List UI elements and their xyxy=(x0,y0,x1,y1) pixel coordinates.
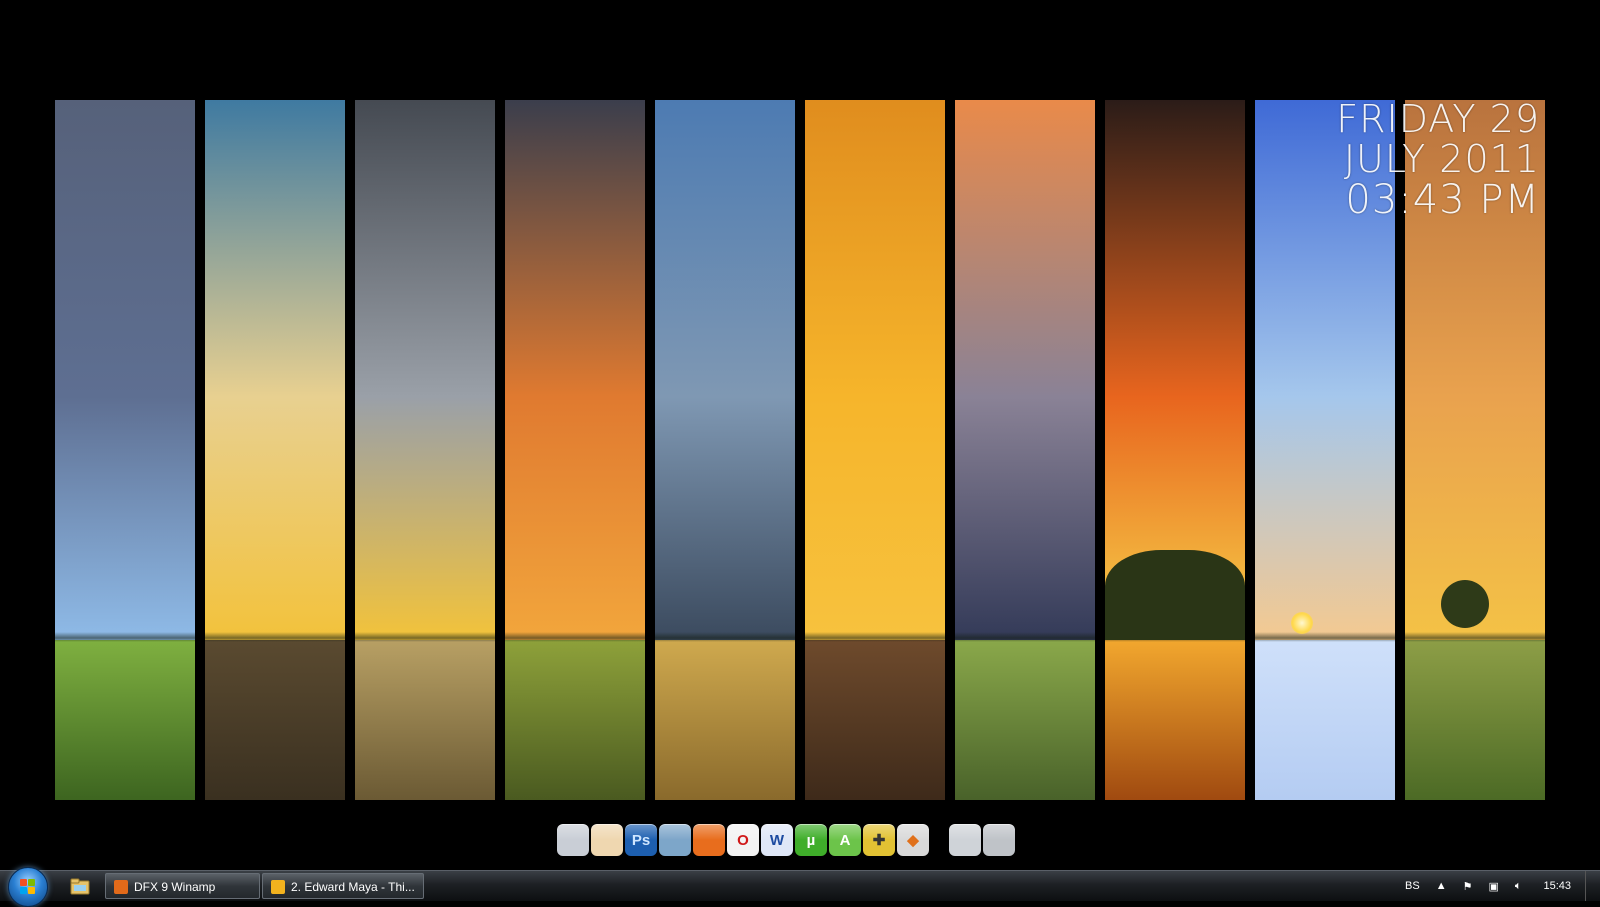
action-center-flag-icon[interactable]: ⚑ xyxy=(1463,880,1473,893)
taskbar: DFX 9 Winamp 2. Edward Maya - Thi... BS … xyxy=(0,867,1600,907)
tree-silhouette xyxy=(1105,550,1245,640)
dock: Ps O Wµ A ✚ ◆ xyxy=(557,822,1015,858)
arrow-app-icon[interactable]: A xyxy=(829,824,861,856)
show-desktop-button[interactable] xyxy=(1585,871,1600,901)
explorer-icon[interactable] xyxy=(70,877,90,895)
wallpaper-strip xyxy=(505,100,645,800)
clock-time: 03:43 PM xyxy=(1345,177,1540,223)
desktop: FRIDAY 29 JULY 2011 03:43 PM Ps O Wµ A ✚ ◆ xyxy=(0,0,1600,870)
wallpaper-strip xyxy=(655,100,795,800)
sun-icon xyxy=(1291,612,1313,634)
network-icon[interactable]: ▣ xyxy=(1488,880,1498,893)
trash-icon[interactable] xyxy=(983,824,1015,856)
firefox-icon[interactable] xyxy=(693,824,725,856)
windows-logo-icon xyxy=(20,879,36,895)
tray-clock[interactable]: 15:43 xyxy=(1543,880,1571,892)
volume-icon[interactable]: 🔈︎ xyxy=(1515,880,1522,893)
tree-silhouette xyxy=(1441,580,1489,628)
clock-day: FRIDAY 29 xyxy=(1336,97,1540,141)
gamepad-icon[interactable]: ✚ xyxy=(863,824,895,856)
wallpaper-strip xyxy=(805,100,945,800)
photoshop-icon[interactable]: Ps xyxy=(625,824,657,856)
language-indicator[interactable]: BS xyxy=(1405,880,1420,892)
task-label: DFX 9 Winamp xyxy=(134,880,216,894)
word-icon[interactable]: W xyxy=(761,824,793,856)
task-label: 2. Edward Maya - Thi... xyxy=(291,880,415,894)
start-button[interactable] xyxy=(8,867,48,907)
task-winamp[interactable]: DFX 9 Winamp xyxy=(105,873,260,899)
show-hidden-icons-icon[interactable]: ▲ xyxy=(1436,880,1447,892)
clock-widget: FRIDAY 29 JULY 2011 03:43 PM xyxy=(1336,100,1540,222)
clock-month-year: JULY 2011 xyxy=(1343,137,1540,181)
wallpaper-strip xyxy=(55,100,195,800)
wallpaper-strip xyxy=(955,100,1095,800)
system-tray: BS ▲ ⚑ ▣ 🔈︎ 15:43 xyxy=(1397,871,1600,901)
opera-icon[interactable]: O xyxy=(727,824,759,856)
utorrent-icon[interactable]: µ xyxy=(795,824,827,856)
winamp-icon xyxy=(114,879,128,894)
media-player-icon xyxy=(271,879,285,894)
task-media-player[interactable]: 2. Edward Maya - Thi... xyxy=(262,873,424,899)
wallpaper-strip xyxy=(1105,100,1245,800)
archive-icon[interactable]: ◆ xyxy=(897,824,929,856)
wallpaper-strip xyxy=(355,100,495,800)
computer-icon[interactable] xyxy=(557,824,589,856)
browser-globe-icon[interactable] xyxy=(659,824,691,856)
folder-icon[interactable] xyxy=(591,824,623,856)
wallpaper-strip xyxy=(205,100,345,800)
steam-icon[interactable] xyxy=(949,824,981,856)
